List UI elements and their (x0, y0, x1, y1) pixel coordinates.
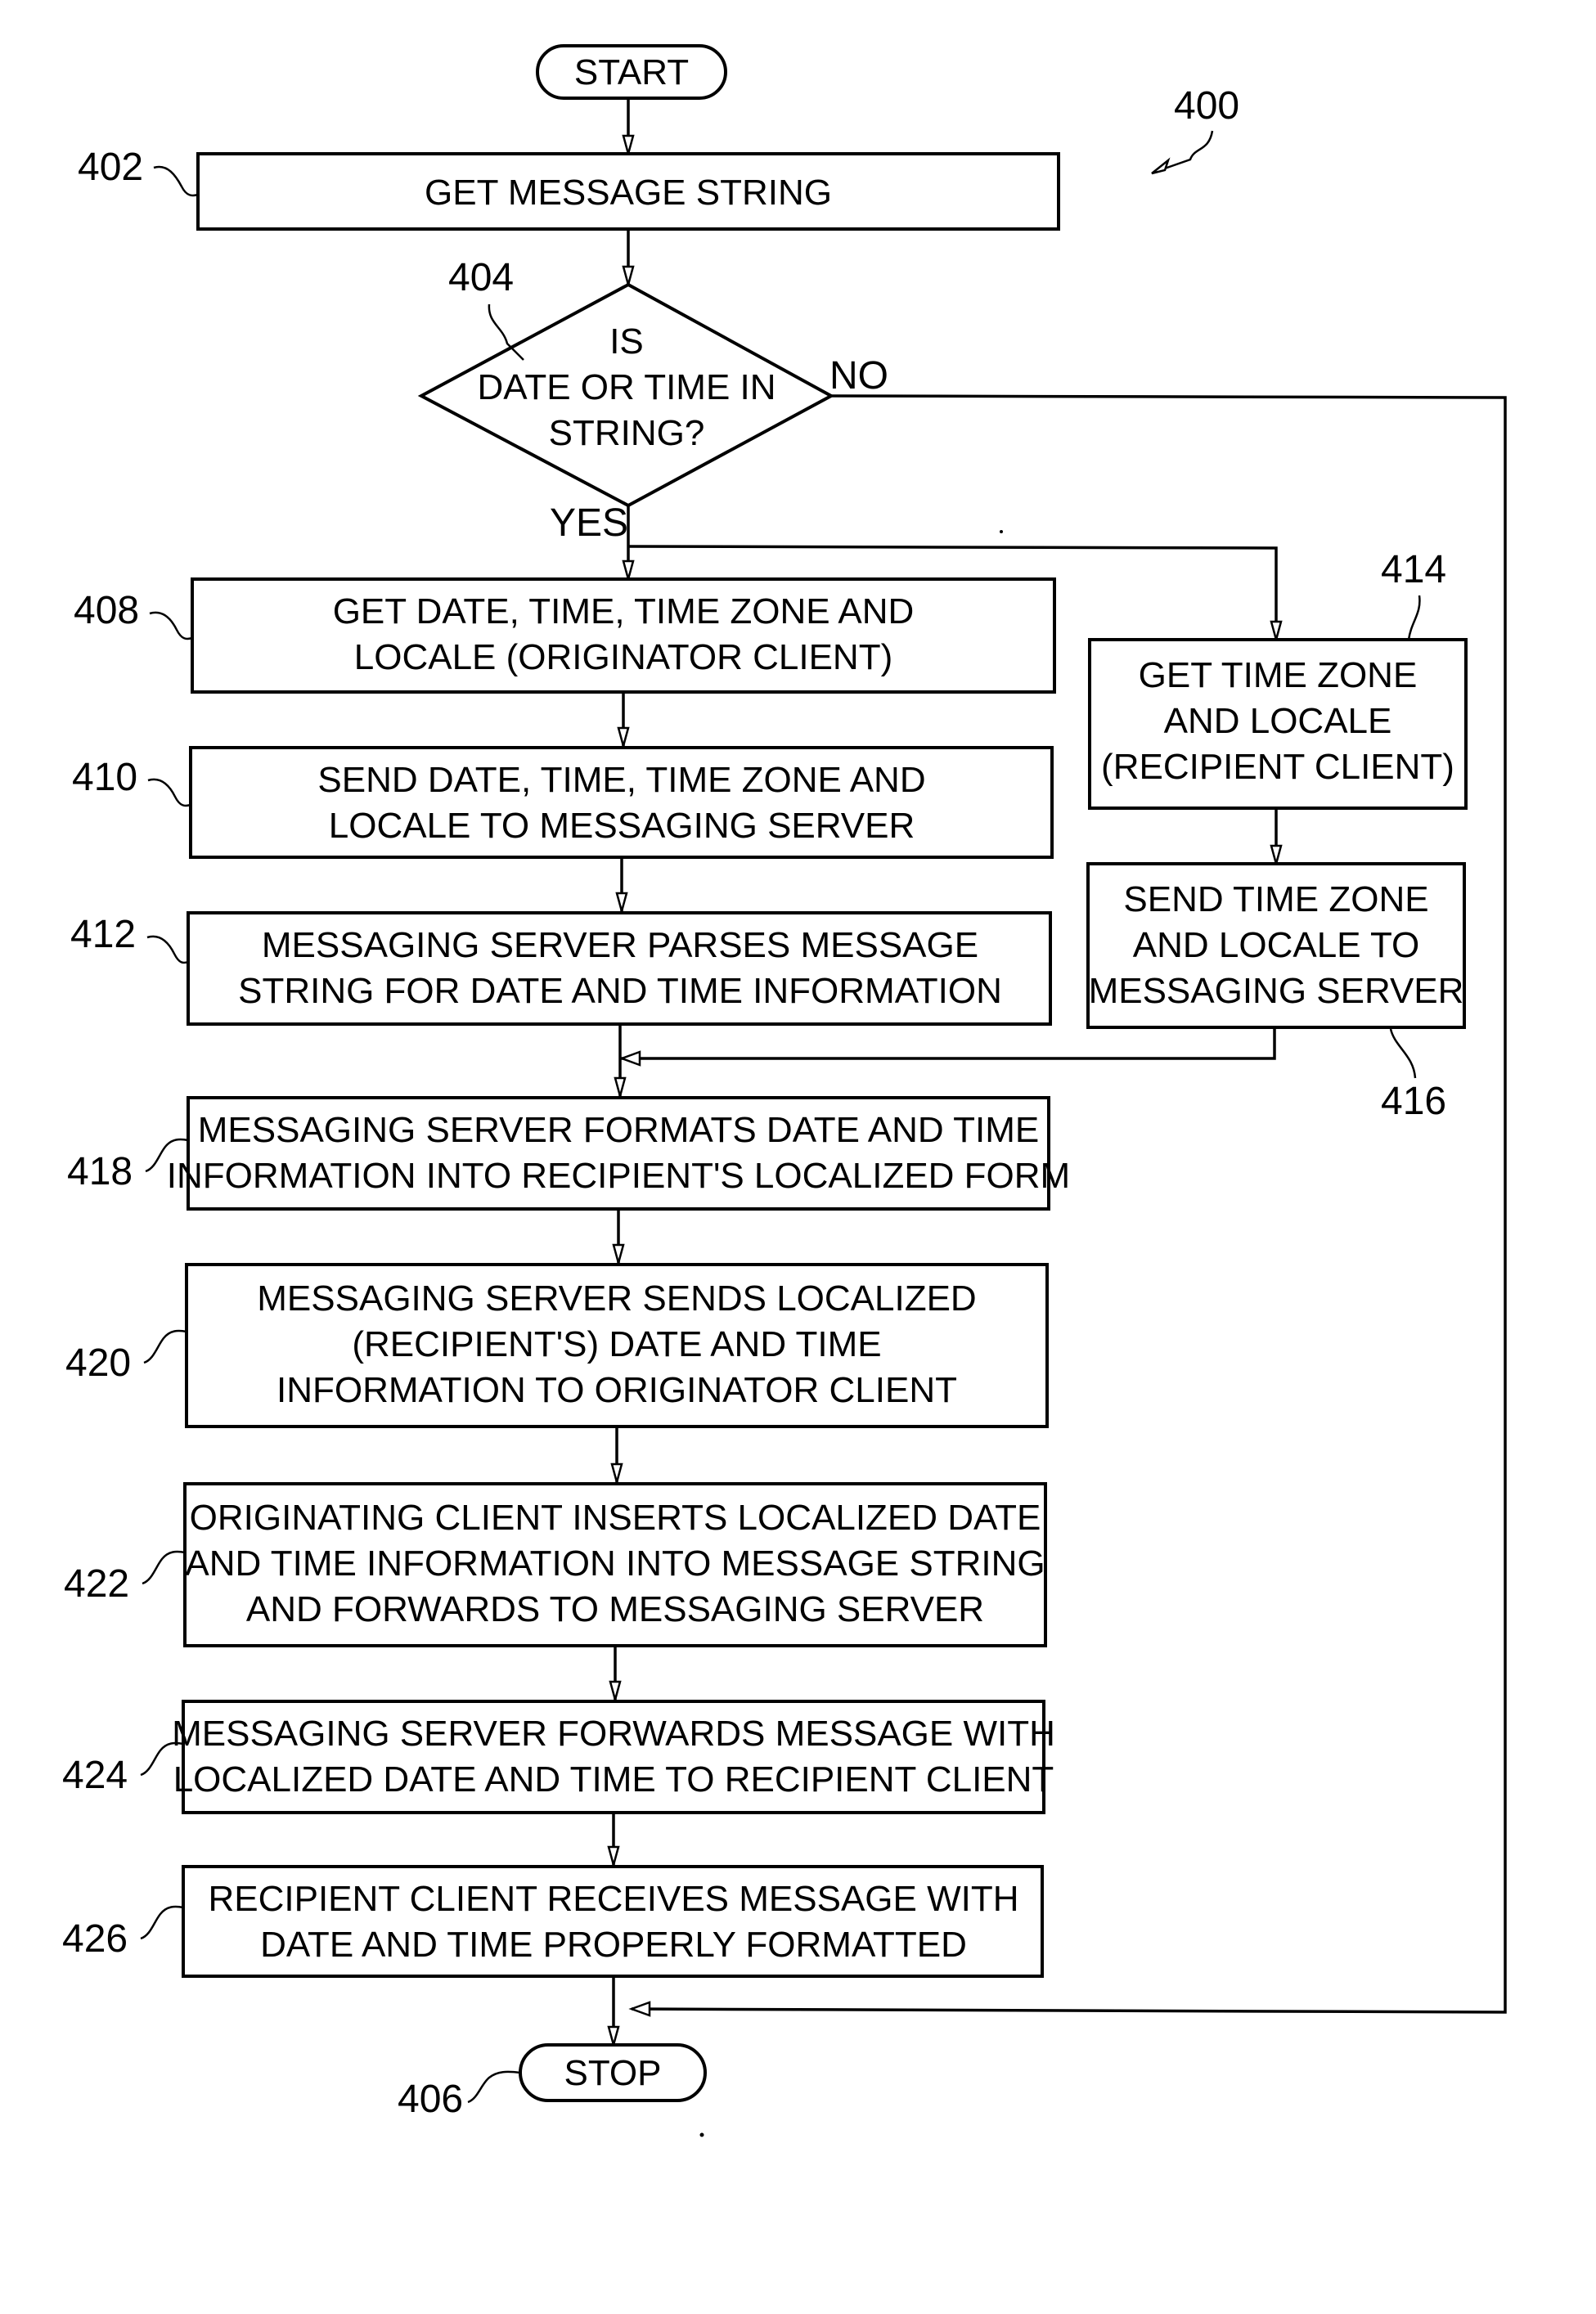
step-402: GET MESSAGE STRING 402 (78, 146, 1060, 231)
arrowhead (622, 265, 635, 289)
step-422-line-3: AND FORWARDS TO MESSAGING SERVER (246, 1589, 984, 1629)
step-416-leader (1389, 1028, 1417, 1079)
step-424: MESSAGING SERVER FORWARDS MESSAGE WITH L… (62, 1700, 1055, 1814)
step-416-line-1: SEND TIME ZONE (1123, 879, 1428, 919)
step-414-line-1: GET TIME ZONE (1139, 655, 1418, 695)
step-426-leader (140, 1905, 184, 1940)
step-424-ref: 424 (62, 1754, 128, 1797)
arrowhead (609, 1680, 622, 1704)
step-410-leader (147, 778, 191, 807)
step-420-ref: 420 (65, 1341, 131, 1385)
step-410-line-1: SEND DATE, TIME, TIME ZONE AND (317, 760, 925, 800)
step-410: SEND DATE, TIME, TIME ZONE AND LOCALE TO… (72, 746, 1054, 859)
step-414-line-2: AND LOCALE (1164, 701, 1392, 741)
step-422-line-1: ORIGINATING CLIENT INSERTS LOCALIZED DAT… (190, 1498, 1041, 1538)
step-422-ref: 422 (64, 1562, 129, 1606)
step-426-line-2: DATE AND TIME PROPERLY FORMATTED (260, 1925, 967, 1965)
step-414-ref: 414 (1381, 548, 1446, 591)
stop-leader (467, 2070, 521, 2104)
step-408-line-2: LOCALE (ORIGINATOR CLIENT) (354, 637, 892, 677)
step-414-line-3: (RECIPIENT CLIENT) (1101, 747, 1454, 787)
step-422-line-2: AND TIME INFORMATION INTO MESSAGE STRING (185, 1543, 1045, 1584)
flowchart-400: 400 START GET MESSAGE STRING 402 IS DATE… (62, 44, 1507, 2137)
start-label: START (574, 52, 689, 92)
decision-line-3: STRING? (549, 413, 705, 453)
step-408-line-1: GET DATE, TIME, TIME ZONE AND (333, 591, 915, 631)
step-422-leader (142, 1550, 186, 1585)
decision-404: IS DATE OR TIME IN STRING? 404 NO YES (417, 256, 888, 545)
step-416: SEND TIME ZONE AND LOCALE TO MESSAGING S… (1086, 862, 1466, 1123)
step-402-ref: 402 (78, 146, 143, 189)
step-420-line-1: MESSAGING SERVER SENDS LOCALIZED (257, 1278, 976, 1319)
arrowhead (607, 2025, 620, 2049)
step-416-ref: 416 (1381, 1080, 1446, 1123)
step-402-line-1: GET MESSAGE STRING (425, 173, 832, 213)
arrowhead (610, 1463, 623, 1486)
arrowhead (614, 1076, 627, 1100)
arrowhead (617, 726, 630, 750)
decision-line-2: DATE OR TIME IN (477, 367, 776, 407)
arrowhead (618, 1050, 641, 1067)
step-412-ref: 412 (70, 913, 136, 956)
step-426-ref: 426 (62, 1917, 128, 1961)
step-412-line-1: MESSAGING SERVER PARSES MESSAGE (262, 925, 978, 965)
step-410-ref: 410 (72, 756, 137, 799)
scan-speck (699, 2132, 704, 2137)
step-414: GET TIME ZONE AND LOCALE (RECIPIENT CLIE… (1088, 548, 1468, 810)
arrowhead (622, 559, 635, 583)
arrowhead (615, 892, 628, 915)
step-420: MESSAGING SERVER SENDS LOCALIZED (RECIPI… (65, 1263, 1049, 1428)
step-420-leader (143, 1329, 187, 1364)
step-424-line-2: LOCALIZED DATE AND TIME TO RECIPIENT CLI… (173, 1759, 1054, 1800)
connector-416-merge (620, 1027, 1276, 1060)
arrowhead (612, 1243, 625, 1267)
decision-no-label: NO (829, 354, 888, 398)
step-408-leader (149, 611, 193, 640)
stop-label: STOP (564, 2053, 661, 2093)
step-424-line-1: MESSAGING SERVER FORWARDS MESSAGE WITH (172, 1714, 1055, 1754)
decision-404-ref: 404 (448, 256, 514, 299)
step-412-leader (146, 935, 189, 964)
step-418: MESSAGING SERVER FORMATS DATE AND TIME I… (67, 1096, 1070, 1211)
step-410-line-2: LOCALE TO MESSAGING SERVER (329, 806, 915, 846)
arrowhead (622, 134, 635, 158)
step-418-line-2: INFORMATION INTO RECIPIENT'S LOCALIZED F… (167, 1156, 1070, 1196)
arrowhead (1270, 844, 1283, 868)
step-418-ref: 418 (67, 1150, 133, 1193)
arrowhead (628, 2001, 651, 2017)
decision-line-1: IS (609, 321, 644, 362)
step-408-ref: 408 (74, 589, 139, 632)
stop-ref: 406 (398, 2078, 463, 2121)
figure-ref-arrowhead (1151, 157, 1171, 175)
start-terminal: START (536, 44, 727, 100)
step-408: GET DATE, TIME, TIME ZONE AND LOCALE (OR… (74, 577, 1056, 694)
step-414-leader (1407, 595, 1421, 640)
arrowhead (1270, 620, 1283, 644)
step-416-line-2: AND LOCALE TO (1133, 925, 1420, 965)
stop-terminal: STOP 406 (398, 2043, 707, 2121)
scan-speck (1000, 530, 1003, 533)
step-426-line-1: RECIPIENT CLIENT RECEIVES MESSAGE WITH (208, 1879, 1018, 1919)
decision-yes-label: YES (550, 501, 628, 545)
step-420-line-2: (RECIPIENT'S) DATE AND TIME (352, 1324, 881, 1364)
step-412: MESSAGING SERVER PARSES MESSAGE STRING F… (70, 911, 1052, 1026)
step-402-leader (153, 165, 199, 197)
step-418-line-1: MESSAGING SERVER FORMATS DATE AND TIME (198, 1110, 1039, 1150)
step-426: RECIPIENT CLIENT RECEIVES MESSAGE WITH D… (62, 1865, 1044, 1978)
figure-ref-400: 400 (1174, 84, 1239, 128)
step-412-line-2: STRING FOR DATE AND TIME INFORMATION (238, 971, 1002, 1011)
step-416-line-3: MESSAGING SERVER (1089, 971, 1464, 1011)
step-420-line-3: INFORMATION TO ORIGINATOR CLIENT (276, 1370, 957, 1410)
arrowhead (607, 1845, 620, 1869)
step-422: ORIGINATING CLIENT INSERTS LOCALIZED DAT… (64, 1482, 1047, 1647)
